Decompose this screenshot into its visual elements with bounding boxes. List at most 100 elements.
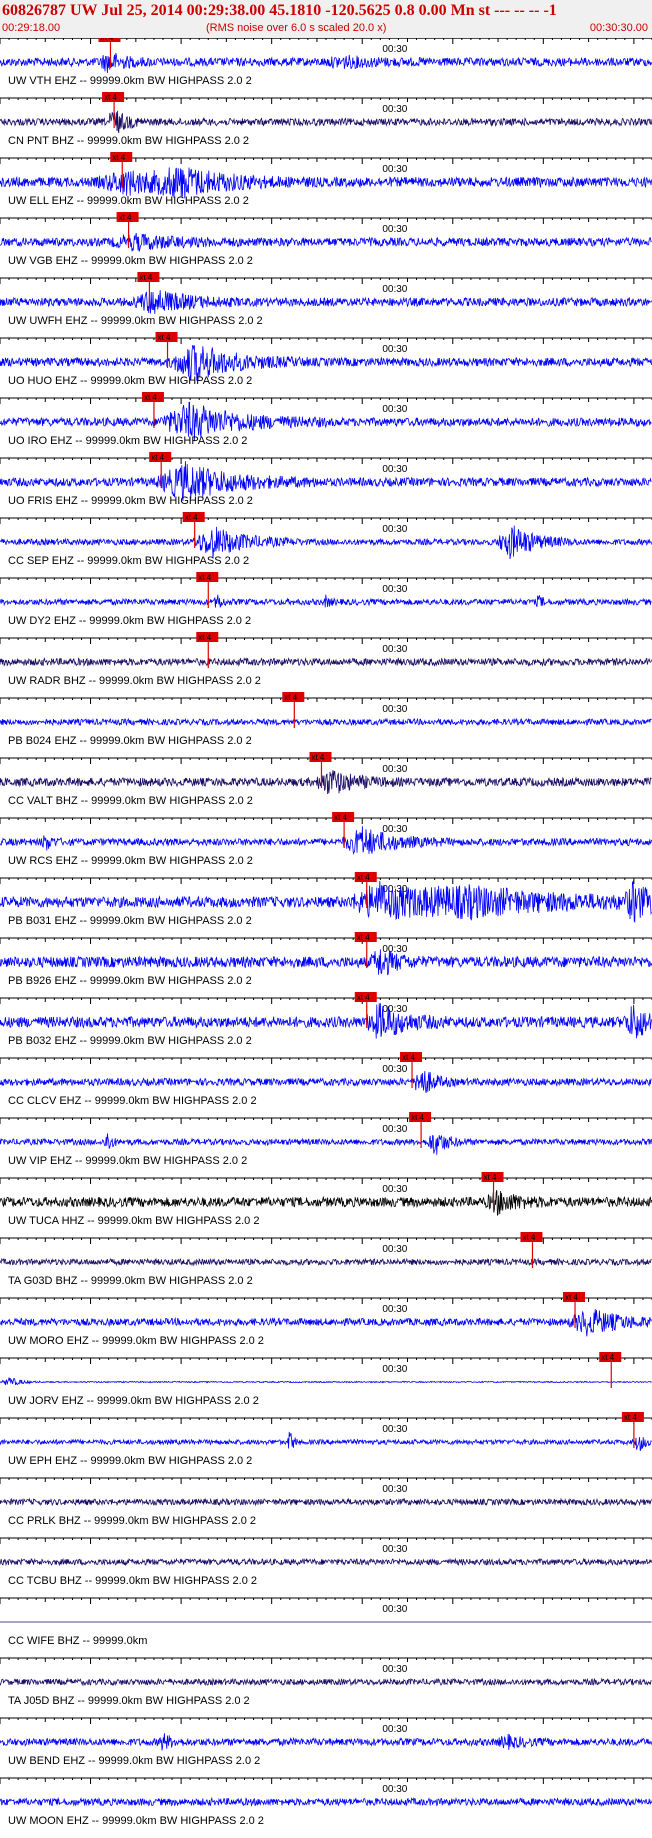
waveform (0, 110, 652, 134)
waveform (0, 1733, 652, 1751)
waveform (0, 525, 652, 560)
pick-label: xt 4 (144, 393, 157, 402)
waveform (0, 1796, 652, 1808)
trace-label: CC TCBU BHZ -- 99999.0km BW HIGHPASS 2.0… (8, 1575, 257, 1587)
trace-label: UW RADR BHZ -- 99999.0km BW HIGHPASS 2.0… (8, 675, 261, 687)
mid-tick-label: 00:30 (382, 1544, 407, 1555)
waveform (0, 1497, 652, 1507)
mid-tick-label: 00:30 (382, 1184, 407, 1195)
pick-label: xt 4 (311, 753, 324, 762)
mid-tick-label: 00:30 (382, 464, 407, 475)
waveform (0, 290, 652, 314)
pick-label: xt 4 (334, 813, 347, 822)
waveform (0, 232, 652, 252)
mid-tick-label: 00:30 (382, 704, 407, 715)
waveform (0, 656, 652, 668)
mid-tick-label: 00:30 (382, 1604, 407, 1615)
trace-label: UW MORO EHZ -- 99999.0km BW HIGHPASS 2.0… (8, 1335, 264, 1347)
trace-label: UW VGB EHZ -- 99999.0km BW HIGHPASS 2.0 … (8, 255, 253, 267)
header-bar: 60826787 UW Jul 25, 2014 00:29:38.00 45.… (0, 0, 652, 39)
mid-tick-label: 00:30 (382, 764, 407, 775)
pick-label: xt 4 (151, 453, 164, 462)
mid-tick-label: 00:30 (382, 164, 407, 175)
pick-label: xt 4 (402, 1053, 415, 1062)
waveform (0, 717, 652, 727)
mid-tick-label: 00:30 (382, 404, 407, 415)
pick-label: xt 4 (357, 993, 370, 1002)
pick-label: xt 4 (139, 273, 152, 282)
end-time: 00:30:30.00 (589, 22, 648, 34)
trace-label: UW BEND EHZ -- 99999.0km BW HIGHPASS 2.0… (8, 1755, 260, 1767)
event-title: 60826787 UW Jul 25, 2014 00:29:38.00 45.… (2, 2, 557, 19)
trace-label: UW UWFH EHZ -- 99999.0km BW HIGHPASS 2.0… (8, 315, 263, 327)
start-time: 00:29:18.00 (2, 22, 61, 34)
trace-label: CC PRLK BHZ -- 99999.0km BW HIGHPASS 2.0… (8, 1515, 256, 1527)
waveform (0, 167, 652, 199)
trace-label: TA J05D BHZ -- 99999.0km BW HIGHPASS 2.0… (8, 1695, 250, 1707)
mid-tick-label: 00:30 (382, 1424, 407, 1435)
trace-label: CC VALT BHZ -- 99999.0km BW HIGHPASS 2.0… (8, 795, 253, 807)
trace-label: UW RCS EHZ -- 99999.0km BW HIGHPASS 2.0 … (8, 855, 253, 867)
trace-label: PB B024 EHZ -- 99999.0km BW HIGHPASS 2.0… (8, 735, 252, 747)
trace-label: CC CLCV EHZ -- 99999.0km BW HIGHPASS 2.0… (8, 1095, 257, 1107)
trace-label: UW MOON EHZ -- 99999.0km BW HIGHPASS 2.0… (8, 1815, 264, 1827)
trace-label: UW VTH EHZ -- 99999.0km BW HIGHPASS 2.0 … (8, 75, 252, 87)
trace-label: UW EPH EHZ -- 99999.0km BW HIGHPASS 2.0 … (8, 1455, 252, 1467)
mid-tick-label: 00:30 (382, 1724, 407, 1735)
mid-tick-label: 00:30 (382, 1124, 407, 1135)
pick-label: xt 4 (411, 1113, 424, 1122)
mid-tick-label: 00:30 (382, 284, 407, 295)
mid-tick-label: 00:30 (382, 1484, 407, 1495)
pick-label: xt 4 (158, 333, 171, 342)
waveform (0, 770, 652, 795)
trace-label: PB B926 EHZ -- 99999.0km BW HIGHPASS 2.0… (8, 975, 252, 987)
pick-label: xt 4 (522, 1233, 535, 1242)
mid-tick-label: 00:30 (382, 1784, 407, 1795)
trace-label: UW DY2 EHZ -- 99999.0km BW HIGHPASS 2.0 … (8, 615, 251, 627)
seismogram-page: 60826787 UW Jul 25, 2014 00:29:38.00 45.… (0, 0, 652, 1838)
mid-tick-label: 00:30 (382, 1364, 407, 1375)
pick-label: xt 4 (119, 213, 132, 222)
waveform (0, 1189, 652, 1217)
trace-label: CC SEP EHZ -- 99999.0km BW HIGHPASS 2.0 … (8, 555, 249, 567)
pick-label: xt 4 (284, 693, 297, 702)
pick-label: xt 4 (198, 573, 211, 582)
mid-tick-label: 00:30 (382, 824, 407, 835)
rms-note: (RMS noise over 6.0 s scaled 20.0 x) (206, 22, 387, 34)
mid-tick-label: 00:30 (382, 1064, 407, 1075)
waveform (0, 1431, 652, 1451)
mid-tick-label: 00:30 (382, 104, 407, 115)
trace-label: UW VIP EHZ -- 99999.0km BW HIGHPASS 2.0 … (8, 1155, 247, 1167)
pick-label: xt 4 (112, 153, 125, 162)
trace-label: UW TUCA HHZ -- 99999.0km BW HIGHPASS 2.0… (8, 1215, 259, 1227)
mid-tick-label: 00:30 (382, 1304, 407, 1315)
trace-label: UO HUO EHZ -- 99999.0km BW HIGHPASS 2.0 … (8, 375, 252, 387)
waveform (0, 1257, 652, 1267)
mid-tick-label: 00:30 (382, 524, 407, 535)
mid-tick-label: 00:30 (382, 644, 407, 655)
mid-tick-label: 00:30 (382, 44, 407, 55)
waveform (0, 1003, 652, 1039)
waveform (0, 1071, 652, 1093)
seismogram-traces: 00:30 UW VTH EHZ -- 99999.0km BW HIGHPASS… (0, 38, 652, 1827)
trace-label: UO FRIS EHZ -- 99999.0km BW HIGHPASS 2.0… (8, 495, 253, 507)
waveform (0, 52, 652, 74)
pick-label: xt 4 (601, 1353, 614, 1362)
waveform (0, 1557, 652, 1567)
trace-label: CN PNT BHZ -- 99999.0km BW HIGHPASS 2.0 … (8, 135, 249, 147)
waveform (0, 949, 652, 976)
trace-label: UW JORV EHZ -- 99999.0km BW HIGHPASS 2.0… (8, 1395, 259, 1407)
pick-label: xt 4 (565, 1293, 578, 1302)
mid-tick-label: 00:30 (382, 944, 407, 955)
trace-label: TA G03D BHZ -- 99999.0km BW HIGHPASS 2.0… (8, 1275, 253, 1287)
pick-label: xt 4 (198, 633, 211, 642)
pick-label: xt 4 (104, 93, 117, 102)
waveform (0, 1133, 652, 1155)
mid-tick-label: 00:30 (382, 344, 407, 355)
trace-label: CC WIFE BHZ -- 99999.0km (8, 1635, 147, 1647)
waveform (0, 1677, 652, 1687)
waveform (0, 1376, 652, 1386)
pick-label: xt 4 (185, 513, 198, 522)
trace-label: PB B032 EHZ -- 99999.0km BW HIGHPASS 2.0… (8, 1035, 252, 1047)
waveform (0, 1309, 652, 1337)
